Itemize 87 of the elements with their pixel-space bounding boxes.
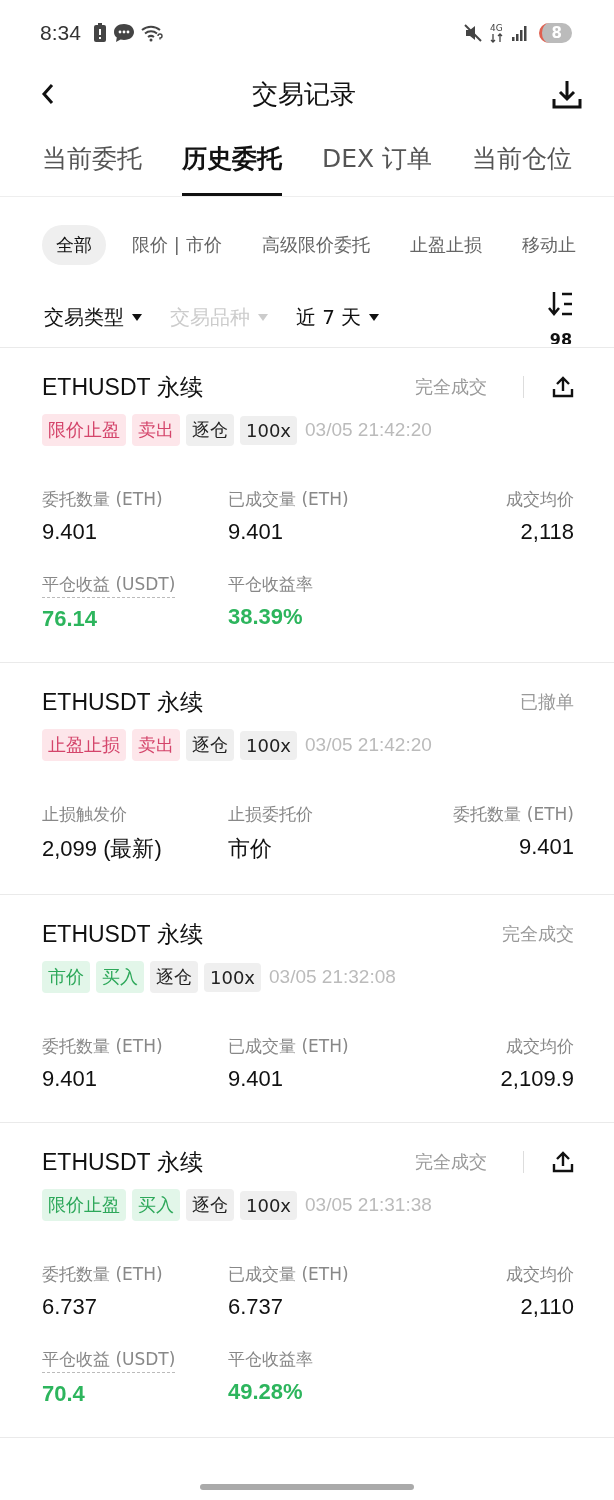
mute-icon (462, 23, 483, 43)
field-label: 成交均价 (506, 1035, 574, 1058)
order-tag: 逐仓 (150, 961, 198, 993)
filter-chip[interactable]: 限价 | 市价 (118, 225, 236, 265)
battery-alert-icon (92, 23, 107, 43)
order-time: 03/05 21:42:20 (305, 734, 432, 756)
field-label: 平仓收益 (USDT) (42, 1348, 176, 1373)
order-title: ETHUSDT 永续 (42, 687, 203, 717)
order-status: 已撤单 (520, 690, 574, 714)
order-tag: 100x (204, 962, 261, 992)
filter-dropdown[interactable]: 交易类型 (44, 303, 142, 331)
field-value: 6.737 (42, 1294, 99, 1320)
wifi-icon (140, 24, 163, 42)
field-value: 市价 (228, 835, 273, 863)
order-tag: 逐仓 (186, 1189, 234, 1221)
field-label: 成交均价 (506, 1263, 574, 1286)
order-time: 03/05 21:31:38 (305, 1194, 432, 1216)
caret-icon (369, 313, 380, 321)
field-label: 平仓收益 (USDT) (42, 573, 176, 598)
field-label: 已成交量 (ETH) (228, 488, 350, 511)
order-tag: 卖出 (132, 414, 180, 446)
field-value: 9.401 (518, 834, 574, 860)
order-status: 完全成交 (415, 1150, 487, 1174)
order-tag: 限价止盈 (42, 1189, 126, 1221)
order-title: ETHUSDT 永续 (42, 919, 203, 949)
caret-icon (258, 313, 268, 321)
field-label: 委托数量 (ETH) (453, 803, 574, 826)
order-tag: 市价 (42, 961, 90, 993)
tab[interactable]: 历史委托 (182, 132, 282, 196)
download-icon[interactable] (552, 79, 582, 109)
order-tag: 止盈止损 (42, 729, 126, 761)
order-title: ETHUSDT 永续 (42, 372, 203, 402)
filter-chip[interactable]: 全部 (42, 225, 106, 265)
order-status: 完全成交 (502, 922, 574, 946)
field-label: 平仓收益率 (228, 573, 314, 596)
tab[interactable]: 当前仓位 (472, 132, 573, 196)
order-time: 03/05 21:32:08 (269, 966, 396, 988)
field-value: 9.401 (42, 1066, 99, 1092)
filter-chip[interactable]: 移动止 (507, 225, 590, 265)
field-value: 9.401 (228, 519, 285, 545)
signal-icon (510, 24, 529, 42)
field-value: 2,109.9 (500, 1066, 574, 1092)
order-tag: 限价止盈 (42, 414, 126, 446)
field-value: 9.401 (228, 1066, 285, 1092)
order-tag: 逐仓 (186, 729, 234, 761)
order-tag: 100x (240, 730, 297, 760)
page-title: 交易记录 (252, 77, 356, 111)
field-value: 49.28% (228, 1379, 304, 1405)
tab[interactable]: 当前委托 (42, 132, 142, 196)
status-time: 8:34 (40, 21, 81, 45)
filter-chip[interactable]: 止盈止损 (395, 225, 496, 265)
back-icon[interactable] (40, 82, 56, 106)
field-label: 平仓收益率 (228, 1348, 314, 1371)
caret-icon (132, 313, 142, 321)
filter-dropdown[interactable]: 近 7 天 (296, 303, 380, 331)
field-label: 止损委托价 (228, 803, 314, 826)
field-label: 委托数量 (ETH) (42, 1035, 164, 1058)
order-time: 03/05 21:42:20 (305, 419, 432, 441)
order-tag: 卖出 (132, 729, 180, 761)
field-label: 止损触发价 (42, 803, 128, 826)
field-value: 38.39% (228, 604, 304, 630)
order-tag: 逐仓 (186, 414, 234, 446)
chat-icon (112, 23, 135, 43)
order-status: 完全成交 (415, 375, 487, 399)
field-label: 委托数量 (ETH) (42, 1263, 164, 1286)
field-value: 2,099 (最新) (42, 835, 163, 863)
sort-icon[interactable] (548, 290, 574, 318)
field-label: 已成交量 (ETH) (228, 1263, 350, 1286)
field-value: 2,110 (520, 1294, 574, 1320)
tab[interactable]: DEX 订单 (322, 132, 433, 196)
field-label: 成交均价 (506, 488, 574, 511)
field-value: 70.4 (42, 1381, 86, 1407)
order-tag: 买入 (96, 961, 144, 993)
field-value: 6.737 (228, 1294, 285, 1320)
share-icon[interactable] (552, 1151, 574, 1173)
order-tag: 100x (240, 415, 297, 445)
order-tag: 100x (240, 1190, 297, 1220)
share-icon[interactable] (552, 376, 574, 398)
field-value: 9.401 (42, 519, 99, 545)
field-value: 2,118 (520, 519, 574, 545)
field-value: 76.14 (42, 606, 99, 632)
order-title: ETHUSDT 永续 (42, 1147, 203, 1177)
order-tag: 买入 (132, 1189, 180, 1221)
filter-chip[interactable]: 高级限价委托 (247, 225, 384, 265)
field-label: 已成交量 (ETH) (228, 1035, 350, 1058)
battery-level: 8 (538, 23, 572, 43)
field-label: 委托数量 (ETH) (42, 488, 164, 511)
